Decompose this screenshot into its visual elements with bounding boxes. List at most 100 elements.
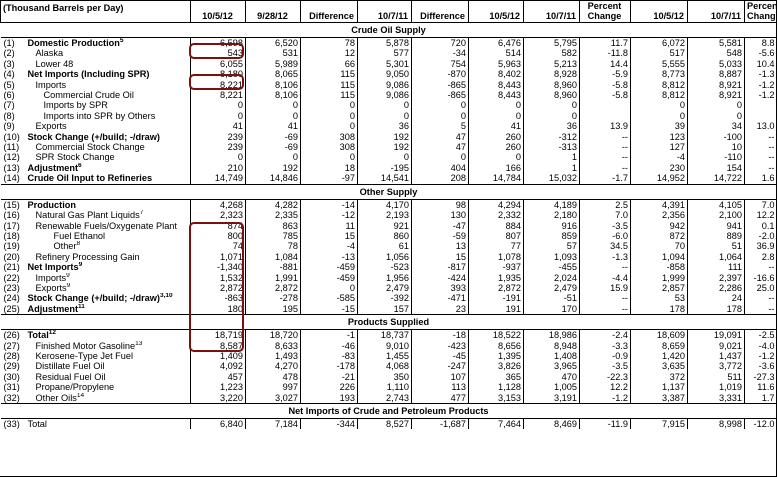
row-value: 111 (687, 262, 745, 273)
row-value: -5.6 (744, 48, 777, 59)
row-value: 9,021 (687, 340, 745, 351)
row-value: 1,128 (468, 382, 524, 393)
row-label-text: Exports (35, 282, 67, 293)
row-value: 8,921 (687, 90, 745, 101)
col-header: 10/7/11 (523, 0, 580, 23)
row-value: 1,935 (468, 272, 524, 283)
row-value: -34 (411, 48, 469, 59)
row-value: 8,106 (245, 90, 301, 101)
row-value: -59 (411, 230, 469, 242)
row-value: 130 (411, 210, 469, 221)
row-value: -423 (411, 340, 469, 351)
row-value: -4 (630, 152, 688, 163)
row-number: (1) (3, 38, 15, 48)
table-row: (19) Other8 74 78 -4 61 13 77 57 34.5 70 51 36.9 (1, 241, 777, 252)
row-label: Imports9 (26, 273, 191, 283)
row-value: 23 (411, 303, 469, 315)
row-value: -870 (411, 69, 469, 80)
row-label: Other8 (26, 241, 191, 251)
row-value: 2,479 (357, 282, 412, 294)
row-value: 0 (523, 110, 580, 122)
row-value: 8,443 (468, 79, 524, 91)
row-number: (26) (3, 330, 20, 341)
row-value: 14,722 (687, 173, 745, 185)
row-number: (24) (3, 293, 20, 304)
table-row: (21) Net Imports9 -1,340 -881 -459 -523 -817 -9… (1, 262, 777, 273)
row-value: 2,100 (687, 210, 745, 221)
row-label-text: Alaska (35, 48, 64, 59)
col-header: Percent Change (744, 0, 777, 23)
row-value: -459 (300, 272, 358, 283)
row-value: 5 (411, 121, 469, 132)
row-value: 0 (630, 110, 688, 122)
row-value: 3,220 (190, 392, 246, 404)
row-label-text: Distillate Fuel Oil (35, 361, 105, 372)
row-value: 2,323 (190, 210, 246, 221)
row-label: Stock Change (+/build; -/draw) (26, 132, 191, 142)
row-value: -2.4 (579, 329, 631, 341)
row-value: 517 (630, 48, 688, 59)
row-value: 4,068 (357, 361, 412, 372)
row-value: -97 (300, 173, 358, 185)
row-value: -13 (300, 251, 358, 263)
row-number: (7) (3, 100, 15, 111)
row-value: 10.4 (744, 58, 777, 70)
row-label-text: Imports by SPR (43, 100, 108, 111)
row-number: (27) (3, 340, 20, 351)
row-value: 860 (357, 230, 412, 242)
row-value: 208 (411, 173, 469, 185)
footnote-marker: 9 (66, 272, 70, 279)
table-row: (3) Lower 48 6,055 5,989 66 5,301 754 5,963 5,21… (1, 58, 777, 70)
row-label: Other Oils14 (26, 393, 191, 404)
row-value: 308 (300, 131, 358, 143)
row-number: (13) (3, 162, 20, 173)
row-value: 785 (245, 230, 301, 242)
table-row: (23) Exports9 2,872 2,872 0 2,479 393 2,872 2,47… (1, 282, 777, 294)
row-value: 350 (357, 371, 412, 383)
row-value: 5,795 (523, 37, 580, 49)
row-value: 1 (523, 152, 580, 163)
section-title-row: Crude Oil Supply (0, 22, 777, 38)
row-value: 7,184 (245, 418, 301, 430)
row-value: 477 (411, 392, 469, 404)
row-value: 41 (245, 121, 301, 132)
row-label: Imports into SPR by Others (26, 111, 191, 121)
row-value: 53 (630, 293, 688, 304)
row-value: -344 (300, 418, 358, 430)
row-value: -45 (411, 350, 469, 362)
row-value: 478 (245, 371, 301, 383)
footnote-marker: 7 (139, 210, 144, 217)
row-label-text: Renewable Fuels/Oxygenate Plant (35, 220, 177, 231)
row-value: 2,872 (245, 282, 301, 294)
row-value: 470 (523, 371, 580, 383)
row-value: 230 (630, 162, 688, 174)
row-value: -22.3 (579, 371, 631, 383)
row-value: 8,948 (523, 340, 580, 351)
row-value: 7.0 (744, 199, 777, 211)
row-value: 15,032 (523, 173, 580, 185)
row-label-text: Natural Gas Plant Liquids (35, 210, 140, 221)
row-value: 8,221 (190, 90, 246, 101)
row-value: 14,541 (357, 173, 412, 185)
row-value: 0 (245, 152, 301, 163)
table-row: (29) Distillate Fuel Oil 4,092 4,270 -178 4,0… (1, 361, 777, 372)
row-value: 11.7 (579, 37, 631, 49)
row-value: 5,989 (245, 58, 301, 70)
row-value: -4.0 (744, 340, 777, 351)
row-label-text: Kerosene-Type Jet Fuel (35, 350, 134, 361)
row-label: Total12 (26, 330, 191, 341)
row-value: 0 (300, 152, 358, 163)
section-title-row: Other Supply (0, 183, 777, 200)
row-value: 863 (245, 220, 301, 231)
row-value: 577 (357, 48, 412, 59)
table-row: (15) Production 4,268 4,282 -14 4,170 98 4,294 4… (1, 199, 777, 211)
row-value: -- (744, 152, 777, 163)
row-value: 1,093 (523, 251, 580, 263)
footnote-marker: 11 (78, 303, 85, 310)
row-value: 9,086 (357, 90, 412, 101)
row-value: 8,812 (630, 90, 688, 101)
row-number: (17) (3, 220, 20, 231)
row-value: 14,749 (190, 173, 246, 185)
row-value: -247 (411, 361, 469, 372)
table-row: (13) Adjustment6 210 192 18 -195 404 166 1 -- 230 1… (1, 162, 777, 174)
